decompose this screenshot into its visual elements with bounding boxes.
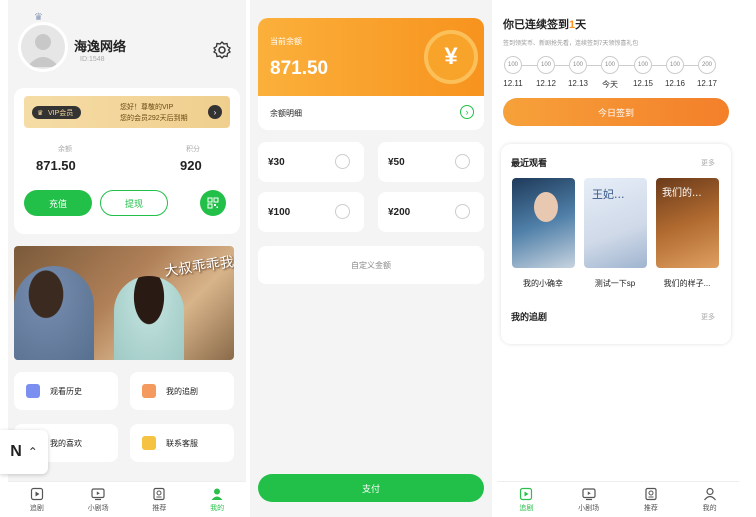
tab-follow[interactable]: 追剧 [519,487,533,513]
tab-recommend[interactable]: 推荐 [152,487,166,513]
play-square-icon [30,487,43,500]
balance-label: 余额 [58,146,72,153]
reward-day-3: 100 [569,56,587,74]
avatar[interactable] [18,22,68,72]
gear-icon[interactable] [212,40,232,65]
tv-icon [91,487,105,500]
floating-n-button[interactable]: N ⌃ [0,430,48,474]
radio-icon [335,204,350,219]
pay-button[interactable]: 支付 [258,474,484,502]
menu-watch-history[interactable]: 观看历史 [14,372,118,410]
tab-bar: 追剧 小剧场 推荐 我的 [8,481,246,517]
radio-icon [335,154,350,169]
poster-2[interactable]: 王妃... [584,178,647,268]
reward-day-7: 200 [698,56,716,74]
menu-customer-service[interactable]: 联系客服 [130,424,234,462]
play-square-icon [520,487,533,500]
profile-name: 海逸网络 [74,39,127,54]
date-label: 12.15 [632,79,654,88]
follow-icon [142,384,156,398]
tab-mine[interactable]: 我的 [703,487,717,513]
banner-image[interactable]: 大叔乖乖我 [14,246,234,360]
user-icon [703,487,716,500]
amount-option-100[interactable]: ¥100 [258,192,364,232]
poster-3[interactable]: 我们的... [656,178,719,268]
user-icon [211,488,223,500]
radio-icon [455,154,470,169]
tab-recommend[interactable]: 推荐 [644,487,658,513]
tab-bar: 追剧 小剧场 推荐 我的 [497,481,739,517]
date-label: 12.13 [567,79,589,88]
my-follow-title: 我的追剧 [511,312,548,322]
chevron-up-icon: ⌃ [27,445,38,459]
date-label: 12.17 [696,79,718,88]
amount-option-30[interactable]: ¥30 [258,142,364,182]
vip-banner[interactable]: ♛ VIP会员 您好！尊敬的VIP 您的会员292天后到期 › [24,96,230,128]
menu-my-follow[interactable]: 我的追剧 [130,372,234,410]
history-icon [26,384,40,398]
custom-amount-input[interactable]: 自定义金额 [258,246,484,284]
checkin-title: 你已连续签到1天 [503,19,587,31]
points-value: 920 [180,158,202,173]
banner-caption: 大叔乖乖我 [163,254,234,280]
amount-option-50[interactable]: ¥50 [378,142,484,182]
follow-more-link[interactable]: 更多 [701,312,715,322]
recent-more-link[interactable]: 更多 [701,158,715,168]
vip-days: 您的会员292天后到期 [120,115,188,122]
radio-icon [455,204,470,219]
reward-day-2: 100 [537,56,555,74]
arrow-right-circle-icon: › [460,105,474,119]
recharge-button[interactable]: 充值 [24,190,92,216]
poster-1[interactable] [512,178,575,268]
tv-icon [582,487,596,500]
tab-theater[interactable]: 小剧场 [88,487,109,513]
recharge-screen: 当前余额 871.50 ¥ 余额明细 › ¥30 ¥50 ¥100 ¥200 自… [250,0,492,517]
recommend-icon [645,487,657,500]
balance-detail-row[interactable]: 余额明细 › [258,96,484,130]
profile-id: ID:1548 [80,56,105,63]
recent-watch-title: 最近观看 [511,158,548,168]
balance-value: 871.50 [36,158,76,173]
withdraw-button[interactable]: 提现 [100,190,168,216]
tab-follow[interactable]: 追剧 [30,487,44,513]
balance-card: 当前余额 871.50 ¥ 余额明细 › [258,18,484,130]
reward-day-4: 100 [601,56,619,74]
reward-day-6: 100 [666,56,684,74]
date-label: 今天 [602,80,618,89]
tab-mine[interactable]: 我的 [210,487,224,513]
qr-code-icon[interactable] [200,190,226,216]
poster-title-2: 测试一下sp [594,279,636,288]
service-icon [142,436,156,450]
vip-greeting: 您好！尊敬的VIP [120,104,174,111]
yen-coin-icon: ¥ [424,30,478,84]
checkin-screen: 你已连续签到1天 签到领奖币、新剧抢先看，连续签到7天领惊喜礼包 100 100… [497,0,739,517]
points-label: 积分 [186,146,200,153]
amount-option-200[interactable]: ¥200 [378,192,484,232]
reward-day-1: 100 [504,56,522,74]
checkin-subtitle: 签到领奖币、新剧抢先看，连续签到7天领惊喜礼包 [503,41,639,47]
crown-icon: ♛ [34,12,43,23]
tab-theater[interactable]: 小剧场 [578,487,599,513]
date-label: 12.12 [535,79,557,88]
checkin-button[interactable]: 今日签到 [503,98,729,126]
vip-crown-icon: ♛ [37,109,44,117]
reward-day-5: 100 [634,56,652,74]
current-balance-value: 871.50 [270,58,329,79]
vip-badge: ♛ VIP会员 [32,106,82,119]
date-label: 12.11 [503,79,523,88]
poster-title-3: 我们的样子... [663,279,711,288]
wallet-card: ♛ VIP会员 您好！尊敬的VIP 您的会员292天后到期 › 余额 871.5… [14,88,240,234]
poster-title-1: 我的小确幸 [523,279,563,288]
recommend-icon [153,487,165,500]
date-label: 12.16 [664,79,686,88]
current-balance-label: 当前余额 [270,37,302,46]
chevron-right-icon[interactable]: › [208,105,222,119]
